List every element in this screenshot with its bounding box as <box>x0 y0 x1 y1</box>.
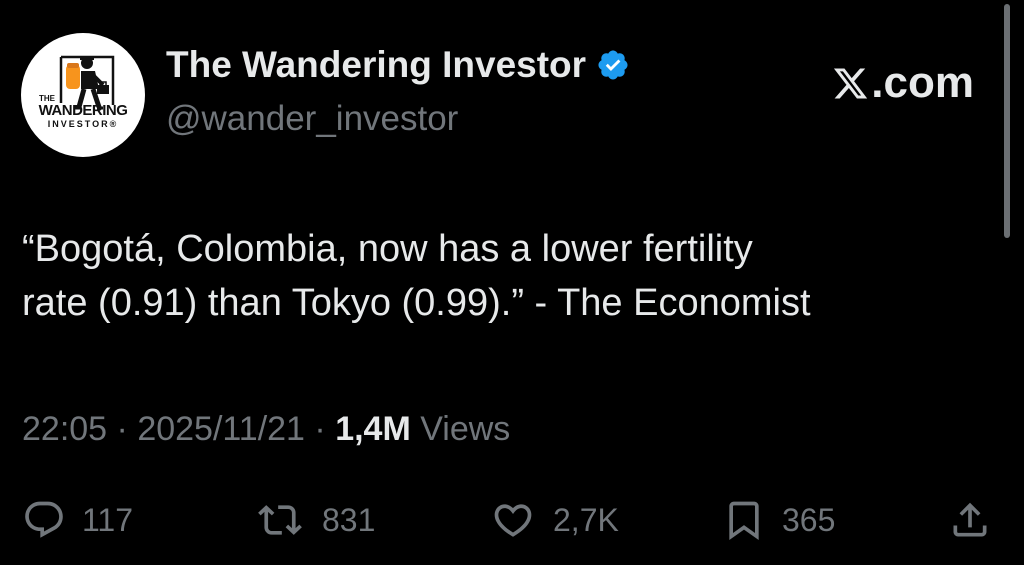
tweet-text-line-2: rate (0.91) than Tokyo (0.99).” - The Ec… <box>22 282 811 324</box>
tweet-date[interactable]: 2025/11/21 <box>137 410 305 448</box>
retweet-button[interactable]: 831 <box>254 492 375 548</box>
verified-badge-icon <box>596 48 630 82</box>
meta-separator: · <box>304 410 336 448</box>
heart-icon <box>489 498 537 542</box>
views-label[interactable]: Views <box>411 410 510 448</box>
bookmark-icon <box>722 496 766 544</box>
tweet-card: THE WANDERING INVESTOR® The Wandering In… <box>0 0 1024 565</box>
like-button[interactable]: 2,7K <box>489 492 619 548</box>
meta-separator: · <box>107 410 138 448</box>
logo-text-investor: INVESTOR® <box>47 119 119 129</box>
reply-count: 117 <box>82 501 134 538</box>
like-count: 2,7K <box>553 501 619 538</box>
display-name-text[interactable]: The Wandering Investor <box>166 44 586 86</box>
logo-text-wandering: WANDERING <box>38 102 128 119</box>
action-bar: 117 831 2,7K 365 <box>0 492 1024 552</box>
tweet-time[interactable]: 22:05 <box>22 410 107 448</box>
author-handle[interactable]: @wander_investor <box>166 99 458 139</box>
reply-button[interactable]: 117 <box>22 492 133 548</box>
tweet-text: “Bogotá, Colombia, now has a lower ferti… <box>22 222 1002 330</box>
bookmark-count: 365 <box>782 501 836 538</box>
retweet-icon <box>254 498 306 542</box>
bookmark-button[interactable]: 365 <box>722 492 835 548</box>
tweet-text-line-1: “Bogotá, Colombia, now has a lower ferti… <box>22 228 753 270</box>
tweet-meta: 22:05 · 2025/11/21 · 1,4M Views <box>22 410 510 449</box>
views-count[interactable]: 1,4M <box>335 410 411 448</box>
retweet-count: 831 <box>322 501 376 538</box>
site-domain-text: .com <box>871 58 974 107</box>
site-label[interactable]: .com <box>832 58 974 108</box>
scrollbar[interactable] <box>1004 4 1010 238</box>
reply-icon <box>22 498 66 542</box>
x-logo-icon <box>832 65 869 102</box>
share-button[interactable] <box>948 492 992 548</box>
avatar[interactable]: THE WANDERING INVESTOR® <box>21 33 145 157</box>
author-display-name[interactable]: The Wandering Investor <box>166 44 630 86</box>
share-icon <box>948 498 992 542</box>
